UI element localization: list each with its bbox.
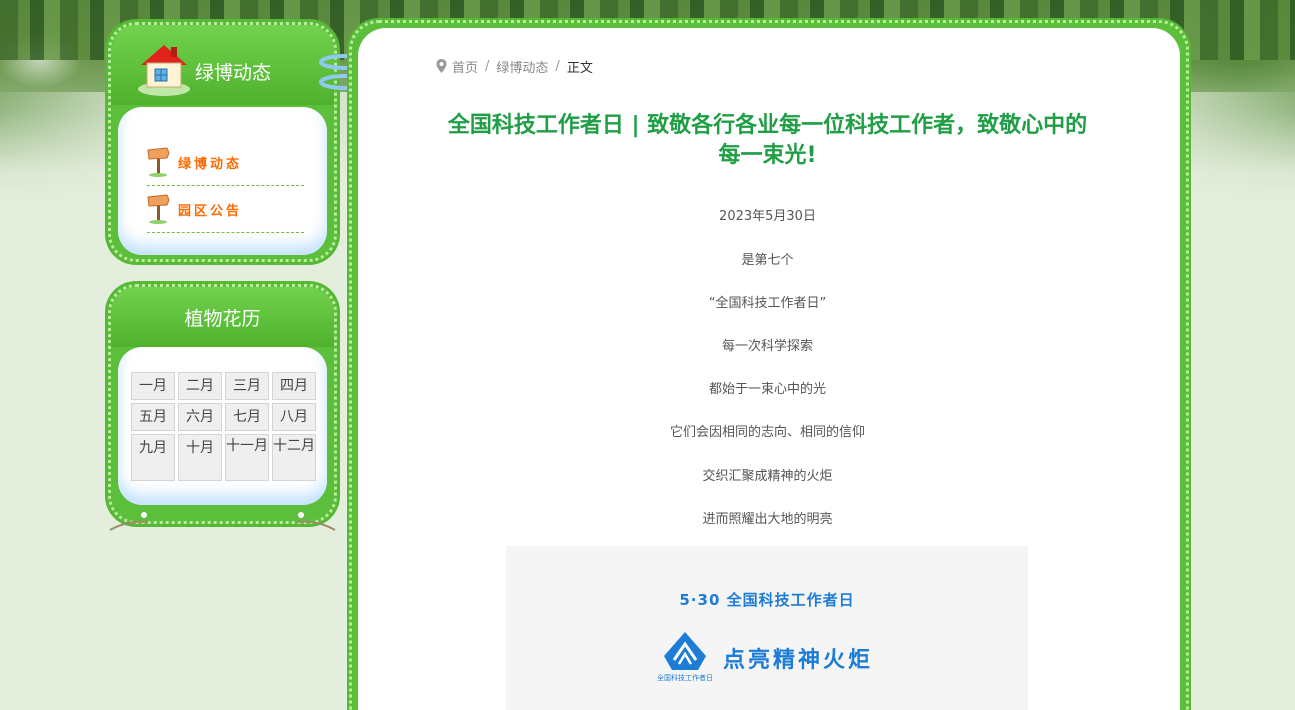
- month-grid: 一月 二月 三月 四月 五月 六月 七月 八月 九月 十月 十一月 十二月: [131, 372, 319, 481]
- breadcrumb-current: 正文: [566, 60, 593, 76]
- sidebar-item-lvbo-news[interactable]: 绿博动态: [147, 139, 304, 186]
- sidebar-item-label: 绿博动态: [178, 156, 243, 172]
- news-panel: 绿博动态 绿博动态 园区公告: [108, 22, 337, 262]
- month-button-2[interactable]: 二月: [178, 372, 222, 400]
- breadcrumb-home-link[interactable]: 首页: [452, 57, 478, 76]
- article-paragraph: 交织汇聚成精神的火炬: [702, 469, 833, 484]
- breadcrumb-news-link[interactable]: 绿博动态: [496, 57, 548, 76]
- article-paragraph: 进而照耀出大地的明亮: [702, 512, 833, 527]
- month-button-9[interactable]: 九月: [131, 434, 175, 481]
- breadcrumb: 首页 / 绿博动态 / 正文: [436, 57, 593, 76]
- news-panel-body: 绿博动态 园区公告: [118, 107, 327, 255]
- news-panel-header: 绿博动态: [111, 25, 334, 105]
- rope-decoration: [109, 512, 336, 531]
- signpost-icon: [147, 147, 170, 177]
- article-paragraph: 都始于一束心中的光: [708, 382, 826, 397]
- article-paragraph: 是第七个: [741, 253, 794, 268]
- month-button-3[interactable]: 三月: [225, 372, 269, 400]
- calendar-panel-title: 植物花历: [184, 308, 261, 330]
- article-paragraph: 2023年5月30日: [719, 209, 816, 224]
- article-paragraph: 它们会因相同的志向、相同的信仰: [669, 425, 865, 440]
- breadcrumb-separator: /: [555, 58, 560, 74]
- signpost-icon: [147, 194, 170, 224]
- month-button-11[interactable]: 十一月: [225, 434, 269, 481]
- month-button-8[interactable]: 八月: [272, 403, 316, 431]
- sidebar-item-park-notice[interactable]: 园区公告: [147, 186, 304, 233]
- month-button-1[interactable]: 一月: [131, 372, 175, 400]
- sidebar-item-label: 园区公告: [178, 203, 243, 219]
- article-paragraph: 每一次科学探索: [721, 339, 813, 354]
- poster-heading: 5·30 全国科技工作者日: [679, 591, 855, 609]
- poster-logo-caption: 全国科技工作者日: [657, 674, 713, 682]
- month-button-5[interactable]: 五月: [131, 403, 175, 431]
- month-button-12[interactable]: 十二月: [272, 434, 316, 481]
- poster-slogan: 点亮精神火炬: [723, 648, 874, 673]
- article-title: 全国科技工作者日 | 致敬各行各业每一位科技工作者，致敬心中的每一束光!: [447, 113, 1088, 168]
- month-button-7[interactable]: 七月: [225, 403, 269, 431]
- month-button-10[interactable]: 十月: [178, 434, 222, 481]
- news-panel-title: 绿博动态: [195, 62, 272, 84]
- science-day-logo-icon: [664, 632, 706, 670]
- location-pin-icon: [436, 59, 447, 73]
- calendar-panel-header: 植物花历: [111, 287, 334, 347]
- month-button-4[interactable]: 四月: [272, 372, 316, 400]
- article-poster-image: 5·30 全国科技工作者日 全国科技工作者日 点亮精神火炬: [506, 546, 1028, 710]
- month-button-6[interactable]: 六月: [178, 403, 222, 431]
- house-icon: [138, 45, 190, 96]
- calendar-panel-body: 一月 二月 三月 四月 五月 六月 七月 八月 九月 十月 十一月 十二月: [118, 347, 327, 505]
- article-paragraph: “全国科技工作者日”: [708, 296, 827, 311]
- plant-calendar-panel: 植物花历 一月 二月 三月 四月 五月 六月 七月 八月 九月 十月 十一月 十…: [108, 284, 337, 524]
- breadcrumb-separator: /: [485, 58, 490, 74]
